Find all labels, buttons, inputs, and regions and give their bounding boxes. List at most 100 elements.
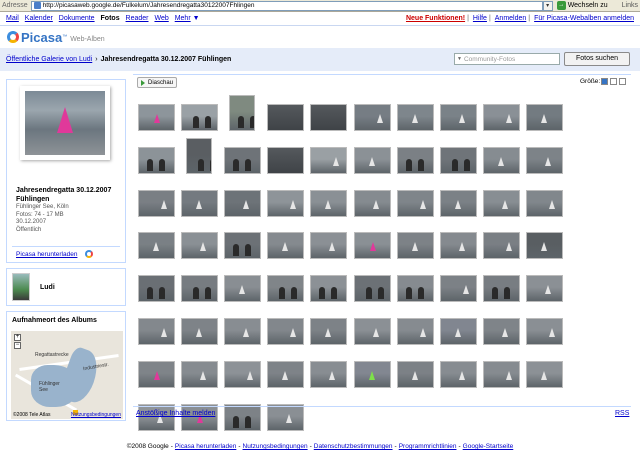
photo-thumbnail[interactable] (437, 177, 479, 217)
photo-thumbnail[interactable] (308, 348, 350, 388)
photo-thumbnail[interactable] (221, 305, 263, 345)
search-photos-button[interactable]: Fotos suchen (564, 52, 630, 66)
community-search-input[interactable]: ▼ Community-Fotos (454, 53, 560, 65)
map-zoom-out-button[interactable]: − (14, 342, 21, 349)
photo-thumbnail[interactable] (437, 305, 479, 345)
photo-thumbnail[interactable] (135, 305, 177, 345)
photo-thumbnail[interactable] (178, 91, 220, 131)
photo-thumbnail[interactable] (265, 348, 307, 388)
photo-thumbnail[interactable] (481, 177, 523, 217)
photo-thumbnail[interactable] (265, 177, 307, 217)
photo-thumbnail[interactable] (394, 262, 436, 303)
photo-thumbnail[interactable] (524, 348, 566, 388)
gbar-item-kalender[interactable]: Kalender (25, 15, 53, 22)
photo-thumbnail[interactable] (481, 134, 523, 174)
photo-thumbnail[interactable] (437, 219, 479, 260)
gbar-more-menu[interactable]: Mehr (175, 15, 191, 22)
gbar-item-web[interactable]: Web (154, 15, 168, 22)
gbar-item-dokumente[interactable]: Dokumente (59, 15, 95, 22)
size-large-icon[interactable] (619, 78, 626, 85)
photo-thumbnail[interactable] (351, 305, 393, 345)
photo-thumbnail[interactable] (178, 134, 220, 174)
photo-thumbnail[interactable] (351, 134, 393, 174)
links-toolbar[interactable]: Links (622, 2, 638, 9)
gbar-item-mail[interactable]: Mail (6, 15, 19, 22)
photo-thumbnail[interactable] (308, 262, 350, 303)
photo-thumbnail[interactable] (221, 219, 263, 260)
user-name[interactable]: Ludi (40, 284, 55, 291)
chevron-down-icon[interactable]: ▼ (455, 56, 464, 62)
footer-link[interactable]: Google-Startseite (463, 443, 514, 450)
photo-thumbnail[interactable] (351, 262, 393, 303)
gbar-item-reader[interactable]: Reader (126, 15, 149, 22)
address-dropdown-icon[interactable]: ▾ (542, 0, 553, 11)
photo-thumbnail[interactable] (351, 177, 393, 217)
photo-thumbnail[interactable] (394, 91, 436, 131)
photo-thumbnail[interactable] (437, 91, 479, 131)
photo-thumbnail[interactable] (524, 219, 566, 260)
photo-thumbnail[interactable] (524, 305, 566, 345)
photo-thumbnail[interactable] (524, 177, 566, 217)
album-cover[interactable] (20, 86, 110, 160)
photo-thumbnail[interactable] (481, 305, 523, 345)
size-medium-icon[interactable] (610, 78, 617, 85)
photo-thumbnail[interactable] (308, 305, 350, 345)
photo-thumbnail[interactable] (351, 348, 393, 388)
photo-thumbnail[interactable] (265, 305, 307, 345)
map-zoom-in-button[interactable]: + (14, 334, 21, 341)
photo-thumbnail[interactable] (481, 219, 523, 260)
chevron-down-icon[interactable]: ▼ (191, 15, 200, 22)
picasa-download-link[interactable]: Picasa herunterladen (16, 251, 77, 258)
location-map[interactable]: Regattastrecke Industriestr. Fühlinger S… (11, 331, 123, 419)
photo-thumbnail[interactable] (308, 91, 350, 131)
photo-thumbnail[interactable] (308, 177, 350, 217)
photo-thumbnail[interactable] (265, 134, 307, 174)
photo-thumbnail[interactable] (308, 134, 350, 174)
photo-thumbnail[interactable] (265, 219, 307, 260)
photo-thumbnail[interactable] (178, 262, 220, 303)
footer-link[interactable]: Programmrichtlinien (399, 443, 457, 450)
photo-thumbnail[interactable] (221, 391, 263, 431)
photo-thumbnail[interactable] (265, 391, 307, 431)
photo-thumbnail[interactable] (437, 262, 479, 303)
photo-thumbnail[interactable] (221, 348, 263, 388)
login-link[interactable]: Anmelden (495, 15, 527, 22)
photo-thumbnail[interactable] (178, 219, 220, 260)
photo-thumbnail[interactable] (394, 305, 436, 345)
photo-thumbnail[interactable] (351, 91, 393, 131)
photo-thumbnail[interactable] (135, 219, 177, 260)
report-content-link[interactable]: Anstößige Inhalte melden (136, 410, 215, 417)
photo-thumbnail[interactable] (394, 177, 436, 217)
go-button[interactable]: → Wechseln zu (556, 1, 608, 10)
photo-thumbnail[interactable] (437, 134, 479, 174)
photo-thumbnail[interactable] (135, 177, 177, 217)
photo-thumbnail[interactable] (178, 305, 220, 345)
photo-thumbnail[interactable] (221, 134, 263, 174)
photo-thumbnail[interactable] (481, 348, 523, 388)
footer-link[interactable]: Picasa herunterladen (175, 443, 236, 450)
size-small-icon[interactable] (601, 78, 608, 85)
photo-thumbnail[interactable] (265, 262, 307, 303)
photo-thumbnail[interactable] (135, 91, 177, 131)
photo-thumbnail[interactable] (308, 219, 350, 260)
photo-thumbnail[interactable] (394, 348, 436, 388)
photo-thumbnail[interactable] (437, 348, 479, 388)
photo-thumbnail[interactable] (524, 262, 566, 303)
photo-thumbnail[interactable] (524, 91, 566, 131)
photo-thumbnail[interactable] (178, 177, 220, 217)
photo-thumbnail[interactable] (135, 348, 177, 388)
new-features-link[interactable]: Neue Funktionen! (406, 15, 465, 22)
photo-thumbnail[interactable] (351, 219, 393, 260)
photo-thumbnail[interactable] (265, 91, 307, 131)
photo-thumbnail[interactable] (394, 134, 436, 174)
slideshow-button[interactable]: Diaschau (137, 77, 177, 88)
footer-link[interactable]: Nutzungsbedingungen (243, 443, 308, 450)
photo-thumbnail[interactable] (135, 262, 177, 303)
rss-link[interactable]: RSS (615, 410, 629, 417)
help-link[interactable]: Hilfe (473, 15, 487, 22)
photo-thumbnail[interactable] (524, 134, 566, 174)
address-input[interactable]: http://picasaweb.google.de/Fulkelum/Jahr… (30, 0, 543, 11)
map-terms-link[interactable]: Nutzungsbedingungen (71, 412, 121, 418)
photo-thumbnail[interactable] (221, 91, 263, 131)
photo-thumbnail[interactable] (481, 262, 523, 303)
